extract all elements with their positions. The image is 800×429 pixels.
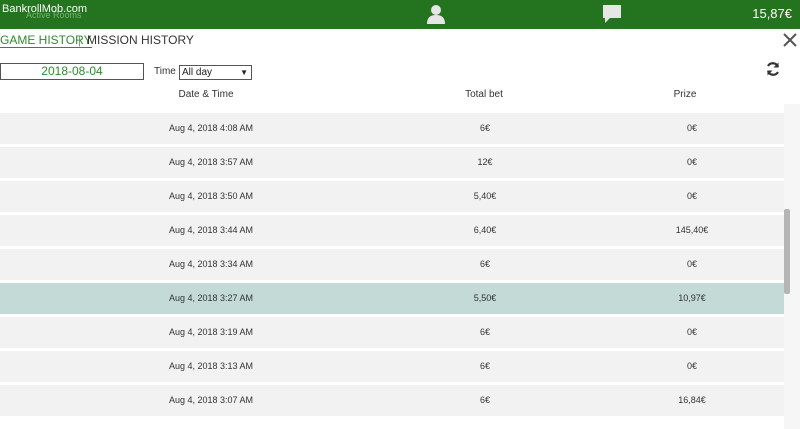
- table-row[interactable]: Aug 4, 2018 3:07 AM 6€ 16,84€: [0, 385, 784, 416]
- table-row[interactable]: Aug 4, 2018 3:19 AM 6€ 0€: [0, 317, 784, 348]
- table-row[interactable]: Aug 4, 2018 3:50 AM 5,40€ 0€: [0, 181, 784, 212]
- top-bar: Active Rooms BankrollMob.com 15,87€: [0, 0, 800, 29]
- brand-watermark: BankrollMob.com: [2, 3, 87, 15]
- date-field[interactable]: 2018-08-04: [0, 63, 144, 80]
- table-row[interactable]: Aug 4, 2018 3:57 AM 12€ 0€: [0, 147, 784, 178]
- chat-icon[interactable]: [601, 3, 623, 25]
- close-icon[interactable]: [781, 31, 799, 49]
- time-select-value: All day: [182, 67, 213, 78]
- time-select[interactable]: All day ▼: [179, 65, 252, 80]
- balance-display: 15,87€: [752, 6, 792, 21]
- table-row-selected[interactable]: Aug 4, 2018 3:27 AM 5,50€ 10,97€: [0, 283, 784, 314]
- table-row[interactable]: Aug 4, 2018 4:08 AM 6€ 0€: [0, 113, 784, 144]
- game-history-table: Aug 4, 2018 4:08 AM 6€ 0€ Aug 4, 2018 3:…: [0, 104, 784, 429]
- tab-separator: |: [78, 33, 82, 47]
- time-label: Time: [154, 66, 176, 77]
- refresh-icon[interactable]: [765, 61, 781, 77]
- tab-mission-history[interactable]: MISSION HISTORY: [87, 33, 194, 47]
- scrollbar-thumb[interactable]: [784, 209, 790, 294]
- chevron-down-icon: ▼: [240, 68, 248, 77]
- table-row[interactable]: Aug 4, 2018 3:34 AM 6€ 0€: [0, 249, 784, 280]
- table-row[interactable]: Aug 4, 2018 3:13 AM 6€ 0€: [0, 351, 784, 382]
- user-icon[interactable]: [425, 3, 447, 25]
- table-row[interactable]: Aug 4, 2018 3:44 AM 6,40€ 145,40€: [0, 215, 784, 246]
